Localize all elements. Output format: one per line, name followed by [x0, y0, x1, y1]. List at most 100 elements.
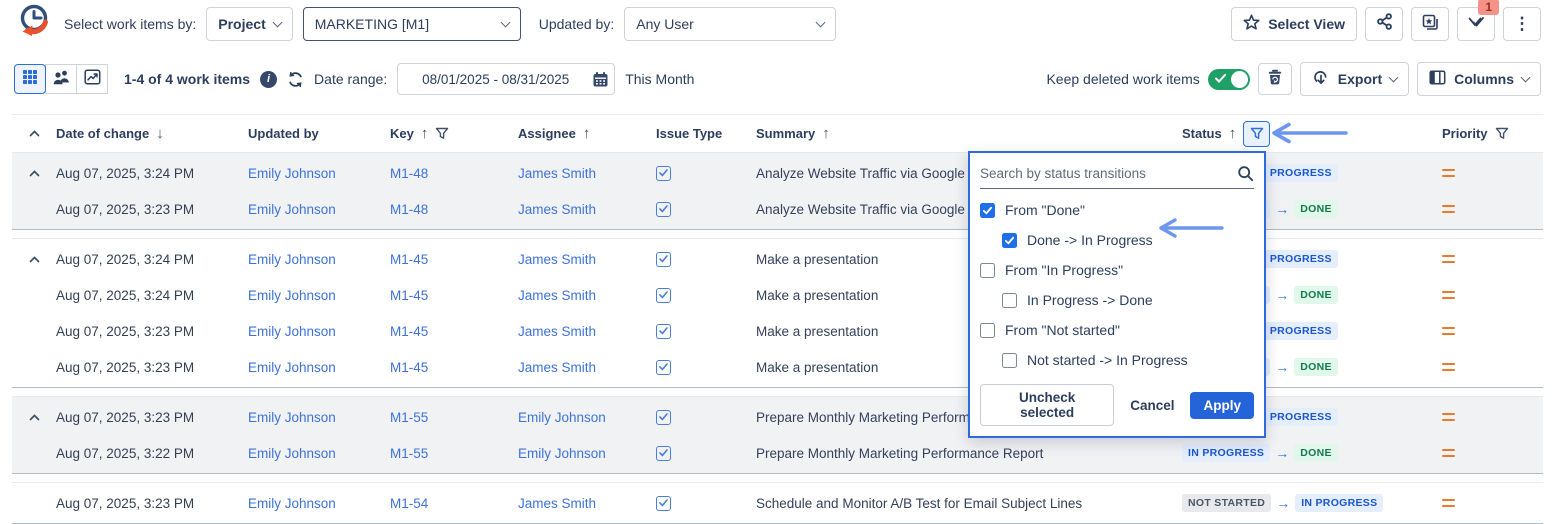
- updated-by-link[interactable]: Emily Johnson: [248, 324, 336, 339]
- updated-by-dropdown[interactable]: Any User: [624, 7, 836, 41]
- sort-asc-icon: ↑: [583, 125, 591, 142]
- priority-medium-icon: [1438, 255, 1543, 264]
- issue-type-cell: [656, 359, 756, 375]
- updated-by-link[interactable]: Emily Johnson: [248, 166, 336, 181]
- collapse-group-chevron[interactable]: [12, 414, 56, 421]
- priority-cell: [1438, 363, 1543, 372]
- checkbox-checked[interactable]: [980, 203, 995, 218]
- table-row: Aug 07, 2025, 3:24 PMEmily JohnsonM1-45J…: [12, 241, 1543, 277]
- updated-by-link[interactable]: Emily Johnson: [248, 410, 336, 425]
- status-transition: NOT STARTED→IN PROGRESS: [1176, 494, 1438, 512]
- keep-deleted-toggle[interactable]: [1208, 69, 1250, 90]
- updated-by-link[interactable]: Emily Johnson: [248, 360, 336, 375]
- checkbox-unchecked[interactable]: [1002, 353, 1017, 368]
- assignee-link[interactable]: James Smith: [518, 324, 596, 339]
- date-range-input[interactable]: [397, 63, 615, 95]
- assignee-link[interactable]: James Smith: [518, 166, 596, 181]
- checkbox-unchecked[interactable]: [1002, 293, 1017, 308]
- export-button[interactable]: Export: [1300, 62, 1409, 96]
- updated-by-link[interactable]: Emily Johnson: [248, 496, 336, 511]
- key-link[interactable]: M1-55: [390, 446, 428, 461]
- filter-applied-button[interactable]: 1: [1457, 7, 1495, 41]
- key-link[interactable]: M1-48: [390, 166, 428, 181]
- cancel-button[interactable]: Cancel: [1130, 398, 1174, 413]
- header-priority[interactable]: Priority: [1438, 126, 1543, 141]
- header-issue-type[interactable]: Issue Type: [656, 126, 756, 141]
- priority-medium-icon: [1438, 327, 1543, 336]
- priority-medium-icon: [1438, 499, 1543, 508]
- status-badge-to: DONE: [1294, 444, 1338, 462]
- priority-cell: [1438, 255, 1543, 264]
- keep-deleted-label: Keep deleted work items: [1046, 71, 1199, 87]
- checkbox-unchecked[interactable]: [980, 263, 995, 278]
- collapse-group-chevron[interactable]: [12, 170, 56, 177]
- project-dropdown[interactable]: MARKETING [M1]: [303, 7, 521, 41]
- uncheck-selected-button[interactable]: Uncheck selected: [980, 384, 1114, 426]
- transition-arrow-icon: →: [1275, 287, 1289, 303]
- filter-funnel-icon[interactable]: [1495, 127, 1509, 141]
- date-of-change-cell: Aug 07, 2025, 3:23 PM: [56, 324, 248, 339]
- updated-by-link[interactable]: Emily Johnson: [248, 288, 336, 303]
- status-badge-to: IN PROGRESS: [1295, 494, 1383, 512]
- header-key[interactable]: Key↑: [390, 125, 518, 142]
- assignee-link[interactable]: James Smith: [518, 360, 596, 375]
- chart-view-button[interactable]: [76, 64, 108, 94]
- columns-button[interactable]: Columns: [1417, 62, 1541, 96]
- status-filter-option-label: Not started -> In Progress: [1027, 352, 1188, 368]
- header-summary[interactable]: Summary↑: [756, 125, 1176, 142]
- saved-views-button[interactable]: [1411, 7, 1449, 41]
- key-link[interactable]: M1-45: [390, 252, 428, 267]
- select-view-button[interactable]: Select View: [1231, 7, 1357, 41]
- key-link[interactable]: M1-45: [390, 288, 428, 303]
- checkbox-unchecked[interactable]: [980, 323, 995, 338]
- row-group: Aug 07, 2025, 3:24 PMEmily JohnsonM1-48J…: [12, 152, 1543, 230]
- calendar-icon[interactable]: [592, 71, 609, 88]
- status-badge-from: IN PROGRESS: [1182, 444, 1270, 462]
- issue-type-cell: [656, 409, 756, 425]
- share-button[interactable]: [1365, 7, 1403, 41]
- key-link[interactable]: M1-48: [390, 202, 428, 217]
- date-of-change-cell: Aug 07, 2025, 3:24 PM: [56, 166, 248, 181]
- collapse-group-chevron[interactable]: [12, 256, 56, 263]
- priority-medium-icon: [1438, 205, 1543, 214]
- people-icon: [53, 69, 70, 90]
- updated-by-link[interactable]: Emily Johnson: [248, 252, 336, 267]
- header-updated-by[interactable]: Updated by: [248, 126, 390, 141]
- people-view-button[interactable]: [45, 64, 77, 94]
- key-link[interactable]: M1-45: [390, 360, 428, 375]
- assignee-link[interactable]: James Smith: [518, 252, 596, 267]
- assignee-link[interactable]: James Smith: [518, 202, 596, 217]
- key-link[interactable]: M1-45: [390, 324, 428, 339]
- table-view-button[interactable]: [14, 64, 46, 94]
- trash-button[interactable]: [1258, 63, 1292, 95]
- more-options-button[interactable]: ⋮: [1503, 7, 1541, 41]
- checkbox-checked[interactable]: [1002, 233, 1017, 248]
- assignee-link[interactable]: James Smith: [518, 288, 596, 303]
- status-search-input[interactable]: [980, 166, 1231, 181]
- select-by-dropdown[interactable]: Project: [206, 7, 292, 41]
- chevron-down-icon: [1389, 72, 1399, 82]
- key-cell: M1-55: [390, 410, 518, 425]
- priority-medium-icon: [1438, 363, 1543, 372]
- status-filter-option-label: From "Not started": [1005, 322, 1120, 338]
- date-range-value[interactable]: [407, 72, 584, 87]
- header-assignee[interactable]: Assignee↑: [518, 125, 656, 142]
- updated-by-link[interactable]: Emily Johnson: [248, 446, 336, 461]
- updated-by-link[interactable]: Emily Johnson: [248, 202, 336, 217]
- key-link[interactable]: M1-54: [390, 496, 428, 511]
- filter-funnel-icon[interactable]: [435, 127, 449, 141]
- assignee-link[interactable]: Emily Johnson: [518, 446, 606, 461]
- assignee-link[interactable]: James Smith: [518, 496, 596, 511]
- status-filter-option-label: Done -> In Progress: [1027, 232, 1153, 248]
- annotation-arrow-to-transition-option: [1154, 217, 1224, 244]
- key-link[interactable]: M1-55: [390, 410, 428, 425]
- header-date-of-change[interactable]: Date of change↓: [56, 125, 248, 142]
- refresh-icon[interactable]: [287, 71, 304, 88]
- apply-button[interactable]: Apply: [1190, 392, 1254, 419]
- table-row: Aug 07, 2025, 3:22 PMEmily JohnsonM1-55E…: [12, 435, 1543, 471]
- collapse-all-chevron[interactable]: [12, 130, 56, 137]
- kebab-menu-icon: ⋮: [1514, 19, 1531, 29]
- assignee-link[interactable]: Emily Johnson: [518, 410, 606, 425]
- key-cell: M1-55: [390, 446, 518, 461]
- info-icon[interactable]: i: [260, 71, 277, 88]
